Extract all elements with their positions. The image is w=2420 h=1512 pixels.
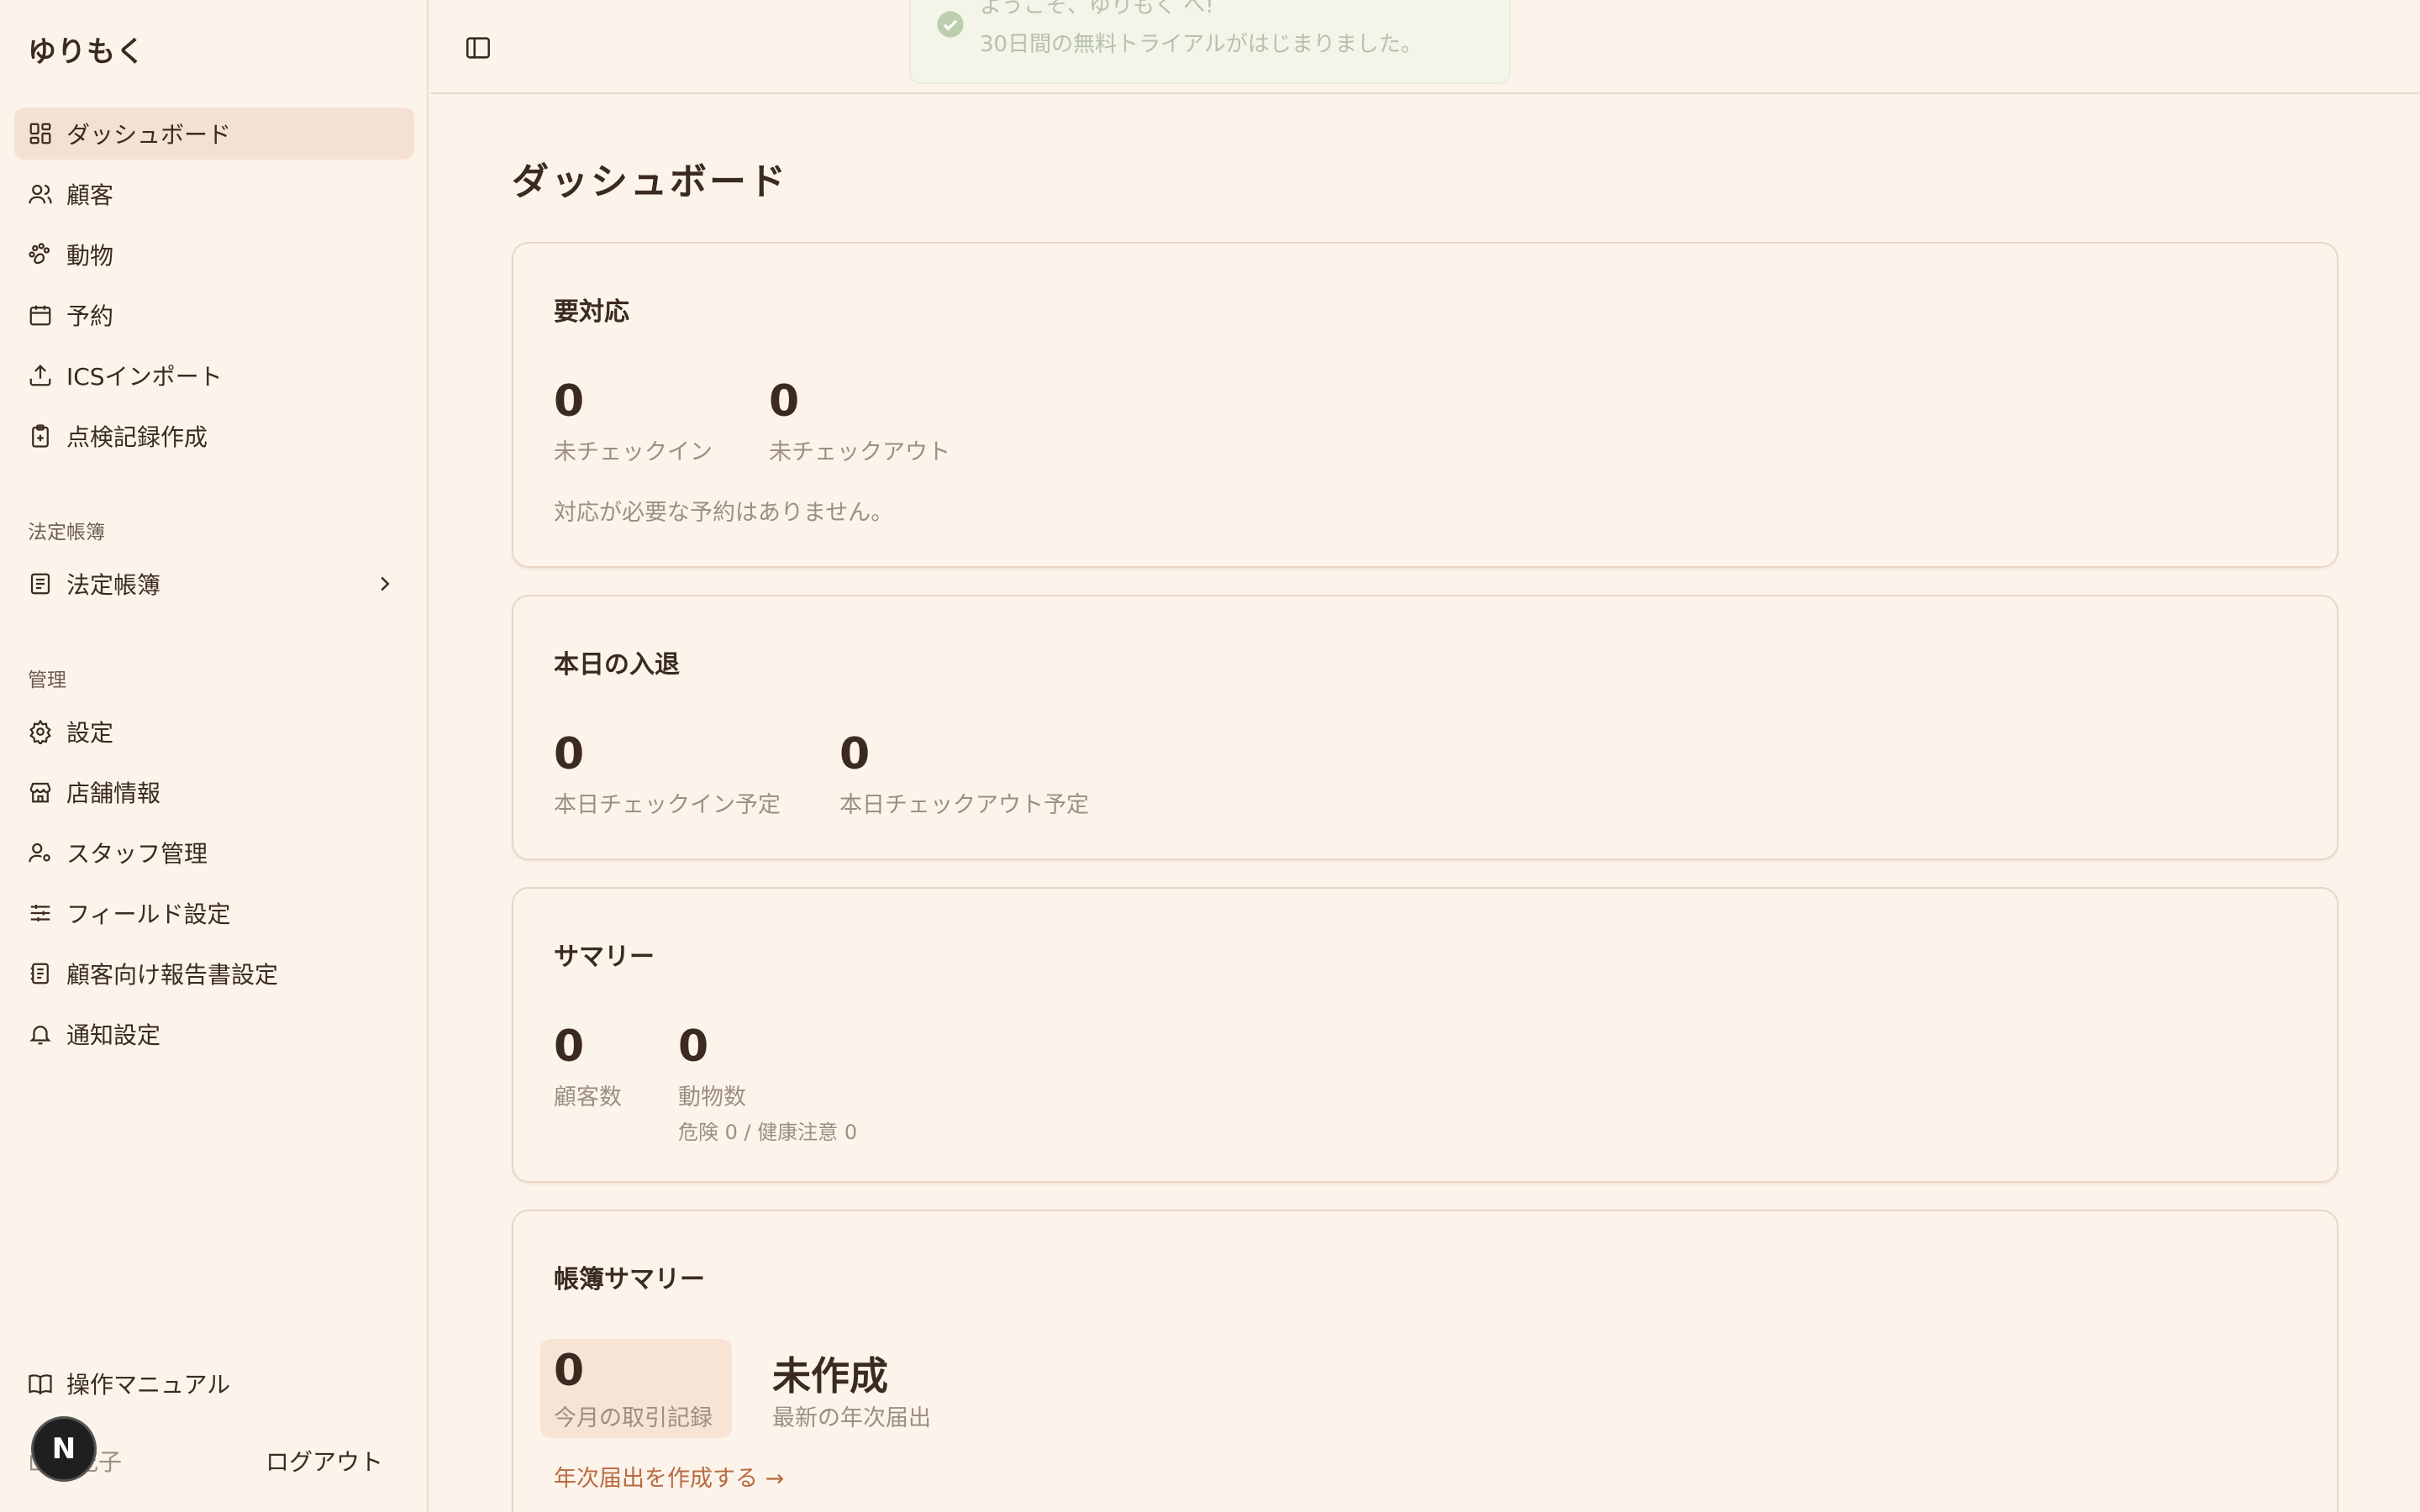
stat-label: 顧客数 (554, 1084, 622, 1110)
clipboard-plus-icon (28, 423, 53, 449)
stat-label: 最新の年次届出 (772, 1405, 931, 1431)
app-title: ゆりもく (28, 35, 145, 69)
chevron-right-icon (381, 576, 390, 591)
nav-item-inspection[interactable]: 点検記録作成 (14, 410, 414, 462)
sidebar-toggle-icon[interactable] (464, 34, 492, 62)
dev-tools-badge[interactable]: N (31, 1416, 97, 1482)
summary-card: サマリー 0 顧客数 0 動物数 危険 0 / 健康注意 0 (512, 887, 2338, 1183)
stat-value: 0 (839, 729, 871, 780)
nav-item-reservations[interactable]: 予約 (14, 289, 414, 341)
nav-item-dashboard[interactable]: ダッシュボード (14, 108, 414, 160)
stat-label: 未チェックアウト (769, 439, 950, 465)
nav-label: ICSインポート (66, 363, 223, 391)
nav-item-store-info[interactable]: 店舗情報 (14, 766, 414, 818)
check-circle-icon (937, 11, 964, 38)
create-annual-report-link[interactable]: 年次届出を作成する → (554, 1460, 784, 1493)
toast-title: ようこそ、ゆりもく へ! (980, 0, 1214, 18)
paw-icon (28, 242, 53, 267)
section-label-ledger: 法定帳簿 (28, 522, 105, 543)
stat-label: 未チェックイン (554, 439, 713, 465)
nav-item-notifications[interactable]: 通知設定 (14, 1008, 414, 1060)
nav-label: 動物 (66, 242, 114, 270)
nav-label: フィールド設定 (66, 900, 231, 928)
stat-label: 動物数 (678, 1084, 746, 1110)
nav-label: スタッフ管理 (66, 840, 208, 868)
stat-value: 未作成 (772, 1353, 888, 1399)
card-title: サマリー (554, 942, 655, 972)
stat-label: 本日チェックイン予定 (554, 792, 781, 818)
nav-item-report-settings[interactable]: 顧客向け報告書設定 (14, 948, 414, 1000)
user-gear-icon (28, 840, 53, 865)
nav-label: 予約 (66, 302, 114, 330)
nav-item-settings[interactable]: 設定 (14, 706, 414, 758)
users-icon (28, 181, 53, 207)
card-title: 帳簿サマリー (554, 1265, 705, 1294)
toast-notification: ようこそ、ゆりもく へ! 30日間の無料トライアルがはじまりました。 (909, 0, 1511, 84)
calendar-icon (28, 302, 53, 328)
page-title: ダッシュボード (512, 160, 788, 203)
nav-label: 顧客向け報告書設定 (66, 961, 279, 989)
stat-value: 0 (769, 376, 800, 427)
sliders-icon (28, 900, 53, 926)
gear-icon (28, 719, 53, 744)
nav-label: 法定帳簿 (66, 571, 161, 599)
logout-button[interactable]: ログアウト (266, 1444, 383, 1478)
book-open-icon (28, 1371, 53, 1396)
nav-label: 通知設定 (66, 1021, 161, 1049)
nav-label: 点検記録作成 (66, 423, 208, 451)
bell-icon (28, 1021, 53, 1047)
nav-label: ダッシュボード (66, 121, 232, 149)
empty-note: 対応が必要な予約はありません。 (554, 500, 894, 526)
store-icon (28, 780, 53, 805)
stat-value: 0 (554, 729, 585, 780)
nav-label: 顧客 (66, 181, 114, 209)
book-icon (28, 571, 53, 596)
stat-value: 0 (554, 376, 585, 427)
today-card: 本日の入退 0 本日チェックイン予定 0 本日チェックアウト予定 (512, 595, 2338, 860)
stat-label: 今月の取引記録 (554, 1405, 713, 1431)
nav-item-ledger[interactable]: 法定帳簿 (14, 558, 414, 610)
nav-item-field-settings[interactable]: フィールド設定 (14, 887, 414, 939)
nav-item-animals[interactable]: 動物 (14, 228, 414, 281)
nav-item-customers[interactable]: 顧客 (14, 168, 414, 220)
card-title: 要対応 (554, 297, 629, 327)
grid-icon (28, 121, 53, 146)
action-required-card: 要対応 0 未チェックイン 0 未チェックアウト 対応が必要な予約はありません。 (512, 242, 2338, 568)
nav-label: 店舗情報 (66, 780, 161, 807)
stat-label: 本日チェックアウト予定 (839, 792, 1089, 818)
sidebar: ゆりもく ダッシュボード 顧客 動物 予約 ICSインポート 点検記録作成 法定… (0, 0, 429, 1512)
section-label-admin: 管理 (28, 669, 66, 691)
nav-label: 設定 (66, 719, 114, 747)
stat-value: 0 (554, 1346, 585, 1396)
stat-value: 0 (554, 1021, 585, 1072)
upload-icon (28, 363, 53, 388)
nav-item-ics-import[interactable]: ICSインポート (14, 349, 414, 402)
stat-value: 0 (678, 1021, 709, 1072)
toast-message: 30日間の無料トライアルがはじまりました。 (980, 32, 1423, 57)
nav-item-staff[interactable]: スタッフ管理 (14, 827, 414, 879)
animal-warning-note: 危険 0 / 健康注意 0 (678, 1121, 858, 1144)
report-icon (28, 961, 53, 986)
card-title: 本日の入退 (554, 650, 680, 680)
nav-label: 操作マニュアル (66, 1371, 231, 1399)
ledger-summary-card: 帳簿サマリー 0 今月の取引記録 未作成 最新の年次届出 年次届出を作成する → (512, 1210, 2338, 1512)
nav-item-manual[interactable]: 操作マニュアル (14, 1357, 414, 1410)
